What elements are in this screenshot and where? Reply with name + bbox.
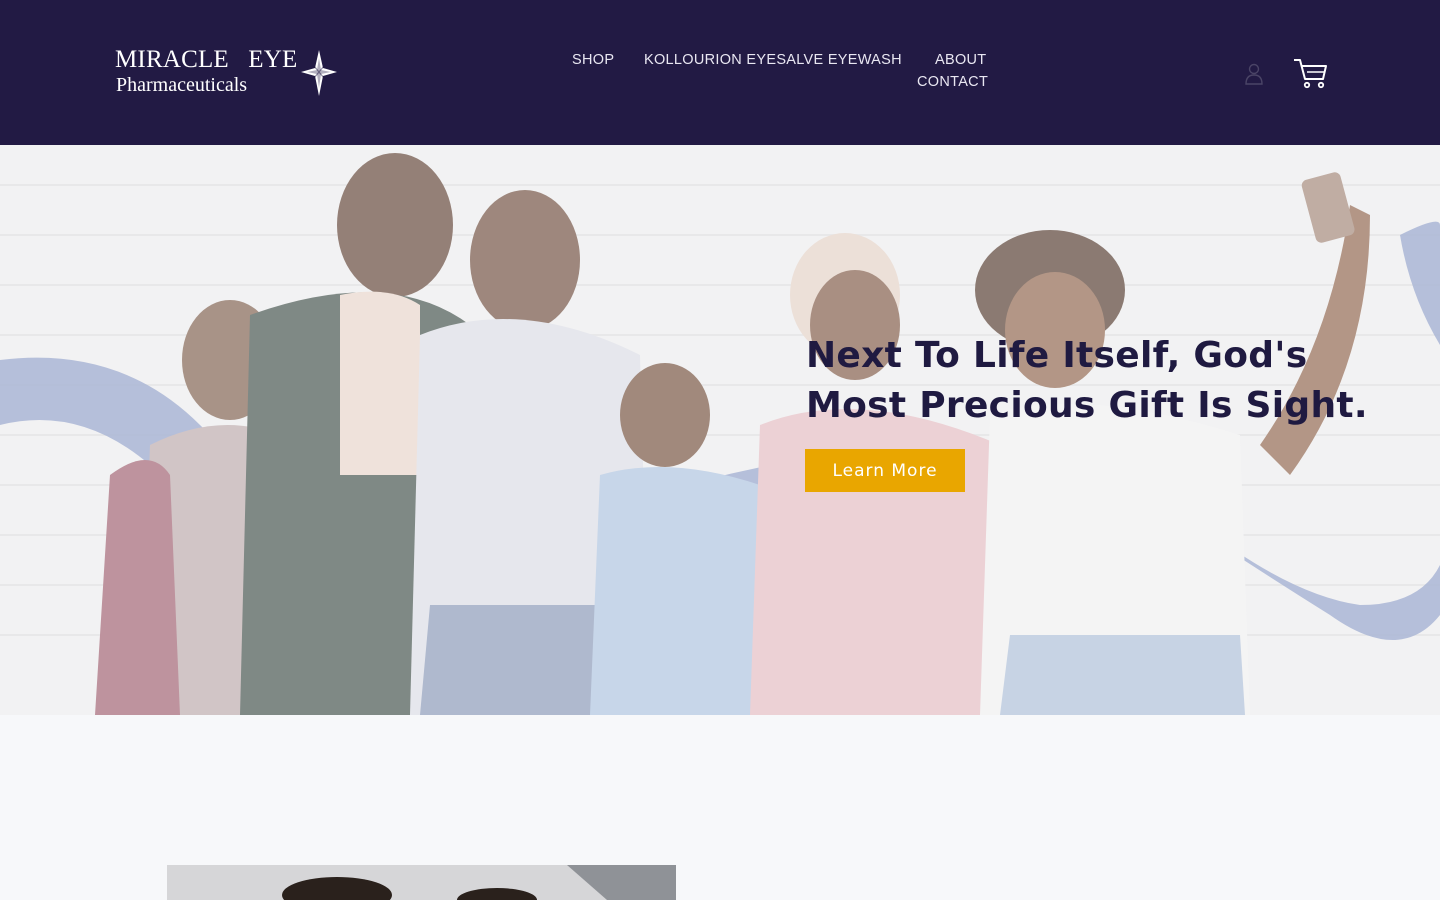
cart-button[interactable] <box>1291 55 1329 91</box>
learn-more-button[interactable]: Learn More <box>805 449 965 492</box>
hero-banner: Next To Life Itself, God's Most Precious… <box>0 145 1440 715</box>
hero-title-line-1: Next To Life Itself, God's <box>806 335 1308 376</box>
section-image <box>167 865 676 900</box>
hero-title: Next To Life Itself, God's Most Precious… <box>806 331 1368 431</box>
site-logo[interactable]: MIRACLE EYE Pharmaceuticals <box>115 46 345 102</box>
logo-subtitle: Pharmaceuticals <box>116 74 248 96</box>
cart-icon <box>1294 59 1327 89</box>
site-header: MIRACLE EYE Pharmaceuticals SHOP KOLLOUR… <box>0 0 1440 145</box>
nav-contact[interactable]: CONTACT <box>917 74 988 90</box>
star-cross-icon <box>301 50 337 96</box>
nav-shop[interactable]: SHOP <box>572 52 614 68</box>
nav-kollourion-eyesalve-eyewash[interactable]: KOLLOURION EYESALVE EYEWASH <box>644 52 902 68</box>
section-photo <box>167 865 676 900</box>
account-icon <box>1245 63 1263 85</box>
logo-title: MIRACLE EYE <box>115 46 298 73</box>
account-button[interactable] <box>1241 60 1267 88</box>
hero-title-line-2: Most Precious Gift Is Sight. <box>806 385 1368 426</box>
nav-about[interactable]: ABOUT <box>935 52 986 68</box>
